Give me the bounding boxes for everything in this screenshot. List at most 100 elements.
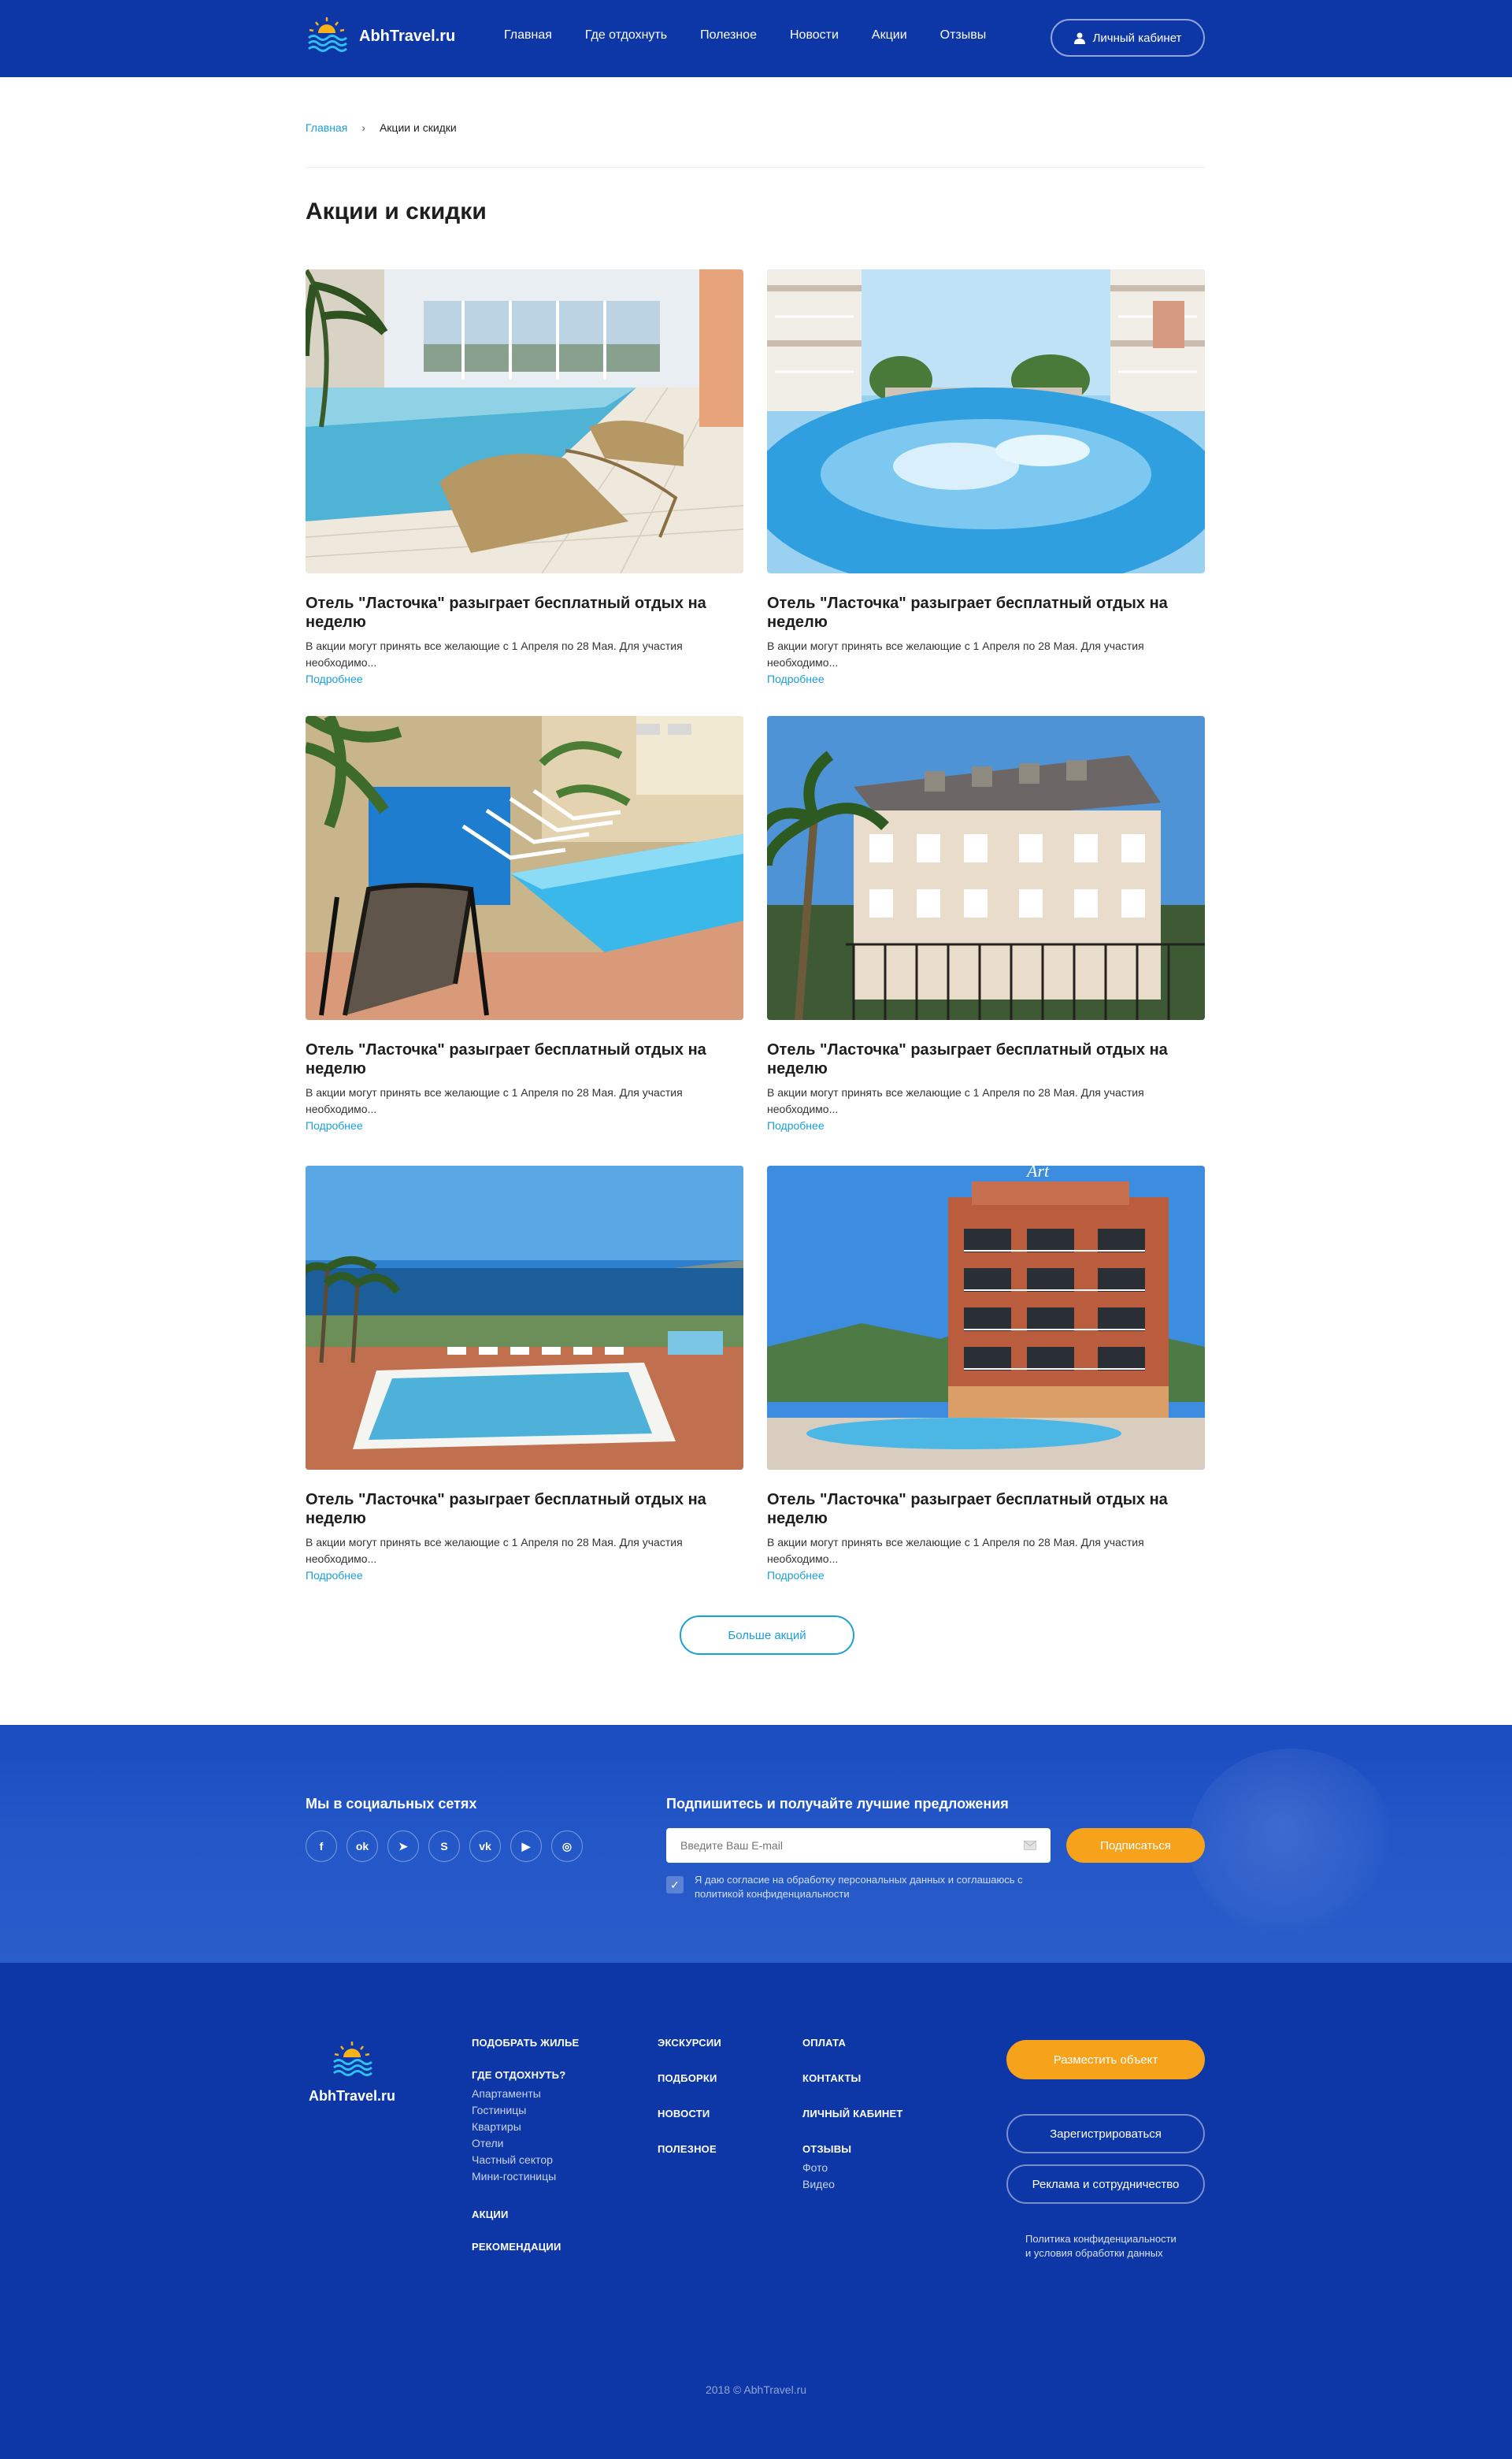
privacy-policy-link[interactable]: Политика конфиденциальности и условия об… [1025, 2232, 1177, 2261]
facebook-icon[interactable]: f [306, 1830, 337, 1862]
hotel-tower-pool-image[interactable]: Art [767, 1166, 1205, 1470]
promo-card: Отель "Ласточка" разыграет бесплатный от… [306, 716, 743, 1134]
nav-item-where-to-rest[interactable]: Где отдохнуть [585, 28, 667, 43]
promo-card-title[interactable]: Отель "Ласточка" разыграет бесплатный от… [767, 594, 1205, 632]
promo-card-more-link[interactable]: Подробнее [306, 1118, 743, 1134]
more-promotions-button[interactable]: Больше акций [680, 1615, 854, 1655]
promo-card: Отель "Ласточка" разыграет бесплатный от… [306, 269, 743, 688]
breadcrumb-current: Акции и скидки [379, 121, 457, 134]
footer-link-collections[interactable]: Подборки [658, 2072, 721, 2084]
promo-card-more-link[interactable]: Подробнее [306, 1567, 743, 1584]
promo-card-title[interactable]: Отель "Ласточка" разыграет бесплатный от… [767, 1040, 1205, 1078]
personal-cabinet-button[interactable]: Личный кабинет [1051, 19, 1205, 57]
chevron-right-icon: › [361, 121, 365, 134]
sun-waves-logo-icon [331, 2042, 373, 2079]
subscribe-title: Подпишитесь и получайте лучшие предложен… [666, 1796, 1009, 1812]
footer-link-payment[interactable]: Оплата [802, 2037, 902, 2049]
register-button[interactable]: Зарегистрироваться [1006, 2114, 1205, 2153]
site-logo[interactable]: AbhTravel.ru [306, 17, 455, 55]
promo-card-title[interactable]: Отель "Ласточка" разыграет бесплатный от… [306, 1490, 743, 1528]
instagram-icon[interactable]: ◎ [551, 1830, 583, 1862]
promo-card-title[interactable]: Отель "Ласточка" разыграет бесплатный от… [767, 1490, 1205, 1528]
breadcrumb-home-link[interactable]: Главная [306, 121, 347, 134]
footer-link-video[interactable]: Видео [802, 2176, 902, 2193]
footer-link-personal-cabinet[interactable]: Личный кабинет [802, 2108, 902, 2120]
footer-link-mini-hotels[interactable]: Мини-гостиницы [472, 2168, 579, 2185]
nav-item-home[interactable]: Главная [504, 28, 552, 43]
promo-card-more-link[interactable]: Подробнее [767, 1567, 1205, 1584]
social-links: f ok ➤ S vk ▶ ◎ [306, 1830, 592, 1862]
odnoklassniki-icon[interactable]: ok [346, 1830, 378, 1862]
footer-column-service: Оплата Контакты Личный кабинет Отзывы Фо… [802, 2037, 902, 2193]
page-title: Акции и скидки [306, 198, 487, 224]
personal-cabinet-label: Личный кабинет [1092, 31, 1182, 45]
check-icon: ✓ [670, 1878, 680, 1891]
footer-link-photo[interactable]: Фото [802, 2160, 902, 2176]
promo-card-description: В акции могут принять все желающие с 1 А… [306, 1086, 683, 1115]
telegram-icon[interactable]: ➤ [387, 1830, 419, 1862]
footer-logo[interactable]: AbhTravel.ru [309, 2042, 395, 2105]
nav-item-news[interactable]: Новости [790, 28, 839, 43]
outdoor-pool-balconies-image[interactable] [767, 269, 1205, 573]
advertising-button[interactable]: Реклама и сотрудничество [1006, 2164, 1205, 2204]
footer-link-guesthouses[interactable]: Гостиницы [472, 2102, 579, 2119]
footer-column-housing: Подобрать жилье Где отдохнуть? Апартамен… [472, 2037, 579, 2253]
place-object-button[interactable]: Разместить объект [1006, 2040, 1205, 2079]
footer-link-where-to-rest[interactable]: Где отдохнуть? [472, 2069, 579, 2081]
footer-logo-text: AbhTravel.ru [309, 2088, 396, 2104]
promo-card-more-link[interactable]: Подробнее [306, 671, 743, 688]
user-icon [1073, 32, 1085, 44]
seashell-decoration [1189, 1749, 1394, 1938]
promo-card-more-link[interactable]: Подробнее [767, 671, 1205, 688]
youtube-icon[interactable]: ▶ [510, 1830, 542, 1862]
consent-checkbox[interactable]: ✓ [666, 1876, 684, 1893]
footer-link-pick-housing[interactable]: Подобрать жилье [472, 2037, 579, 2049]
footer-link-reviews[interactable]: Отзывы [802, 2143, 902, 2155]
footer-link-flats[interactable]: Квартиры [472, 2119, 579, 2135]
promo-card: Отель "Ласточка" разыграет бесплатный от… [306, 1166, 743, 1584]
svg-text:Art: Art [1025, 1166, 1050, 1181]
breadcrumb: Главная › Акции и скидки [306, 121, 457, 134]
footer-link-hotels[interactable]: Отели [472, 2135, 579, 2152]
hotel-facade-image[interactable] [767, 716, 1205, 1020]
promo-card-description: В акции могут принять все желающие с 1 А… [767, 640, 1144, 669]
indoor-pool-image[interactable] [306, 269, 743, 573]
promo-card-description: В акции могут принять все желающие с 1 А… [306, 1536, 683, 1565]
mail-icon [1024, 1841, 1036, 1850]
footer-link-recommendations[interactable]: Рекомендации [472, 2241, 579, 2253]
consent-text: Я даю согласие на обработку персональных… [695, 1874, 1023, 1900]
copyright: 2018 © AbhTravel.ru [705, 2383, 807, 2396]
promo-card: Отель "Ласточка" разыграет бесплатный от… [767, 716, 1205, 1134]
skype-icon[interactable]: S [428, 1830, 460, 1862]
footer-link-promotions[interactable]: Акции [472, 2209, 579, 2220]
subscribe-button[interactable]: Подписаться [1066, 1828, 1205, 1863]
promo-card-description: В акции могут принять все желающие с 1 А… [306, 640, 683, 669]
vk-icon[interactable]: vk [469, 1830, 501, 1862]
nav-item-promotions[interactable]: Акции [872, 28, 907, 43]
footer-link-contacts[interactable]: Контакты [802, 2072, 902, 2084]
seaside-pool-image[interactable] [306, 1166, 743, 1470]
nav-item-reviews[interactable]: Отзывы [940, 28, 987, 43]
email-field[interactable] [666, 1828, 1051, 1863]
nav-item-useful[interactable]: Полезное [700, 28, 757, 43]
promo-card: Отель "Ласточка" разыграет бесплатный от… [767, 269, 1205, 688]
promo-card-description: В акции могут принять все желающие с 1 А… [767, 1536, 1144, 1565]
footer-link-useful[interactable]: Полезное [658, 2143, 721, 2155]
footer-link-private-sector[interactable]: Частный сектор [472, 2152, 579, 2168]
promo-card-more-link[interactable]: Подробнее [767, 1118, 1205, 1134]
promo-card: Art Отель "Ласточка" разыграет бесплатны… [767, 1166, 1205, 1584]
main-nav: Главная Где отдохнуть Полезное Новости А… [504, 28, 1019, 43]
promo-card-title[interactable]: Отель "Ласточка" разыграет бесплатный от… [306, 594, 743, 632]
divider [306, 167, 1205, 168]
promo-card-description: В акции могут принять все желающие с 1 А… [767, 1086, 1144, 1115]
footer-column-info: Экскурсии Подборки Новости Полезное [658, 2037, 721, 2155]
logo-text: AbhTravel.ru [359, 27, 456, 45]
socials-title: Мы в социальных сетях [306, 1796, 477, 1812]
promo-card-title[interactable]: Отель "Ласточка" разыграет бесплатный от… [306, 1040, 743, 1078]
site-header: AbhTravel.ru Главная Где отдохнуть Полез… [0, 0, 1512, 77]
footer-link-apartments[interactable]: Апартаменты [472, 2086, 579, 2102]
pool-loungers-palms-image[interactable] [306, 716, 743, 1020]
sun-waves-logo-icon [306, 17, 348, 55]
footer-link-news[interactable]: Новости [658, 2108, 721, 2120]
footer-link-excursions[interactable]: Экскурсии [658, 2037, 721, 2049]
